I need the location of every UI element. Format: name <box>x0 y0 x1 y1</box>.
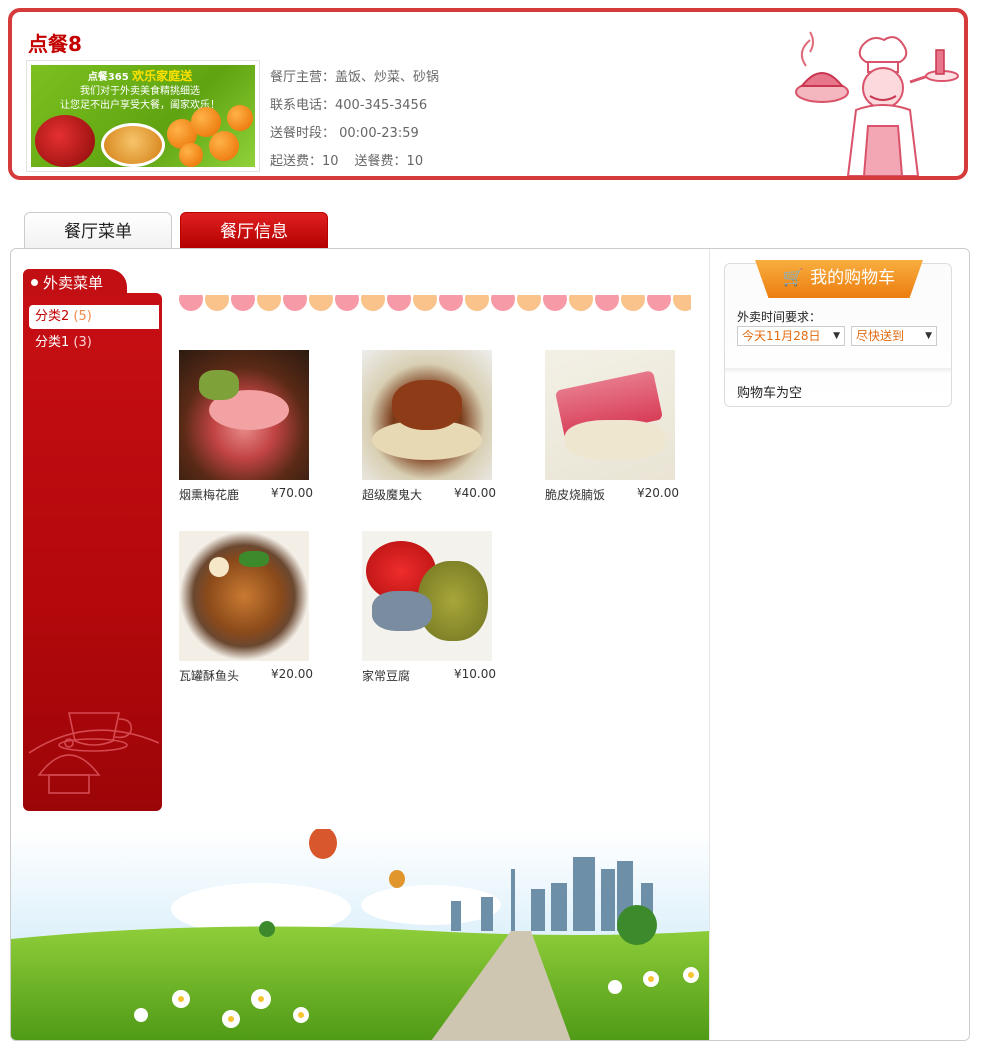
cart-divider <box>725 368 951 374</box>
restaurant-info: 餐厅主营：盖饭、炒菜、砂锅 联系电话：400-345-3456 送餐时段： 00… <box>270 64 439 176</box>
main-panel: 外卖菜单 分类2 (5) 分类1 (3) 烟熏梅花鹿 ¥70.00 超级魔鬼大 … <box>10 248 970 1041</box>
cart-icon: 🛒 <box>782 268 805 288</box>
dish-name[interactable]: 家常豆腐 <box>362 667 410 684</box>
cart-title-text: 我的购物车 <box>810 268 896 288</box>
restaurant-name: 点餐8 <box>28 32 82 56</box>
dish-name[interactable]: 脆皮烧腩饭 <box>545 486 605 503</box>
dish-card[interactable]: 超级魔鬼大 ¥40.00 <box>362 350 502 503</box>
dish-price: ¥70.00 <box>271 486 313 500</box>
landscape-illustration <box>11 829 709 1040</box>
chevron-down-icon: ▼ <box>833 331 840 341</box>
category-count: (5) <box>73 309 92 324</box>
main-business-text: 餐厅主营：盖饭、炒菜、砂锅 <box>270 70 440 85</box>
category-count: (3) <box>73 335 92 350</box>
delivery-time-value: 尽快送到 <box>856 329 905 343</box>
sidebar-title: 外卖菜单 <box>23 269 127 297</box>
dish-name[interactable]: 烟熏梅花鹿 <box>179 486 239 503</box>
tab-restaurant-info[interactable]: 餐厅信息 <box>180 212 328 250</box>
category-sidebar <box>23 293 162 811</box>
restaurant-banner: 点餐365 欢乐家庭送 我们对于外卖美食精挑细选 让您足不出户享受大餐，阖家欢乐… <box>26 60 260 172</box>
cart-column: 🛒 我的购物车 外卖时间要求： 今天11月28日 ▼ 尽快送到 ▼ 购物车为空 <box>709 249 969 1040</box>
delivery-day-value: 今天11月28日 <box>742 329 821 343</box>
category-label: 分类1 <box>35 335 70 350</box>
dish-name[interactable]: 超级魔鬼大 <box>362 486 422 503</box>
tab-restaurant-menu[interactable]: 餐厅菜单 <box>24 212 172 250</box>
restaurant-header: 点餐8 点餐365 欢乐家庭送 我们对于外卖美食精挑细选 让您足不出户享受大餐，… <box>8 8 968 180</box>
delivery-fee-text: 送餐费：10 <box>354 154 424 169</box>
scallop-border <box>179 295 691 313</box>
dish-card[interactable]: 脆皮烧腩饭 ¥20.00 <box>545 350 685 503</box>
dessert-decoration-icon <box>29 712 159 794</box>
banner-line1-highlight: 欢乐家庭送 <box>132 69 193 83</box>
dish-photo[interactable] <box>545 350 675 480</box>
cart-empty-text: 购物车为空 <box>737 386 803 401</box>
min-order-text: 起送费：10 <box>270 154 339 169</box>
category-label: 分类2 <box>35 309 70 324</box>
shopping-cart: 🛒 我的购物车 外卖时间要求： 今天11月28日 ▼ 尽快送到 ▼ 购物车为空 <box>724 260 952 407</box>
dish-photo[interactable] <box>362 531 492 661</box>
dish-price: ¥10.00 <box>454 667 496 681</box>
dish-price: ¥20.00 <box>637 486 679 500</box>
dish-photo[interactable] <box>179 531 309 661</box>
category-item-2[interactable]: 分类2 (5) <box>29 305 159 329</box>
dish-card[interactable]: 烟熏梅花鹿 ¥70.00 <box>179 350 319 503</box>
phone-text: 联系电话：400-345-3456 <box>270 98 428 113</box>
chef-illustration <box>795 31 959 176</box>
dish-price: ¥20.00 <box>271 667 313 681</box>
delivery-time-select[interactable]: 尽快送到 ▼ <box>851 326 937 346</box>
chevron-down-icon: ▼ <box>925 331 932 341</box>
dish-photo[interactable] <box>362 350 492 480</box>
dish-card[interactable]: 瓦罐酥鱼头 ¥20.00 <box>179 531 319 684</box>
dish-name[interactable]: 瓦罐酥鱼头 <box>179 667 239 684</box>
delivery-time-text: 送餐时段： 00:00-23:59 <box>270 126 419 141</box>
dish-card[interactable]: 家常豆腐 ¥10.00 <box>362 531 502 684</box>
delivery-time-label: 外卖时间要求： <box>737 310 822 324</box>
banner-line1-prefix: 点餐365 <box>87 72 129 83</box>
dish-photo[interactable] <box>179 350 309 480</box>
category-item-1[interactable]: 分类1 (3) <box>29 331 159 355</box>
delivery-day-select[interactable]: 今天11月28日 ▼ <box>737 326 845 346</box>
cart-title: 🛒 我的购物车 <box>755 260 923 298</box>
dish-price: ¥40.00 <box>454 486 496 500</box>
banner-line2: 我们对于外卖美食精挑细选 <box>80 86 200 97</box>
